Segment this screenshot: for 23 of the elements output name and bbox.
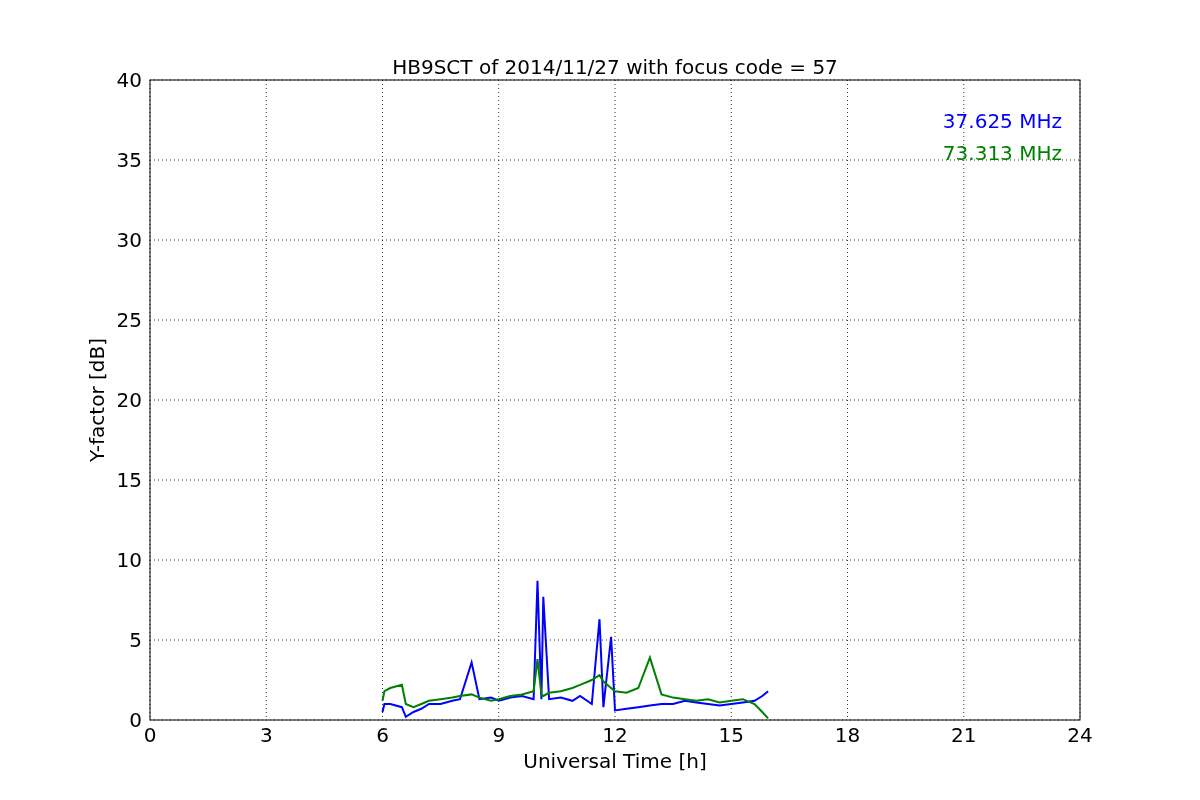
tick-label: 25 [116,308,142,332]
tick-label: 10 [116,548,142,572]
legend-label: 37.625 MHz [942,109,1062,133]
tick-label: 40 [116,68,142,92]
tick-label: 30 [116,228,142,252]
tick-label: 0 [129,708,142,732]
tick-label: 24 [1067,723,1093,747]
tick-label: 18 [834,723,861,747]
tick-label: 12 [602,723,628,747]
tick-label: 15 [718,723,744,747]
tick-label: 6 [376,723,389,747]
axis-label: Universal Time [h] [523,749,707,773]
tick-label: 3 [259,723,273,747]
tick-label: 21 [951,723,977,747]
tick-label: 20 [116,388,142,412]
axis-label: Y-factor [dB] [85,338,109,462]
legend-label: 73.313 MHz [942,141,1062,165]
tick-label: 5 [129,628,142,652]
tick-label: 15 [116,468,142,492]
tick-label: 0 [143,723,157,747]
chart-title: HB9SCT of 2014/11/27 with focus code = 57 [392,55,838,79]
tick-label: 35 [116,148,142,172]
tick-label: 9 [492,723,506,747]
